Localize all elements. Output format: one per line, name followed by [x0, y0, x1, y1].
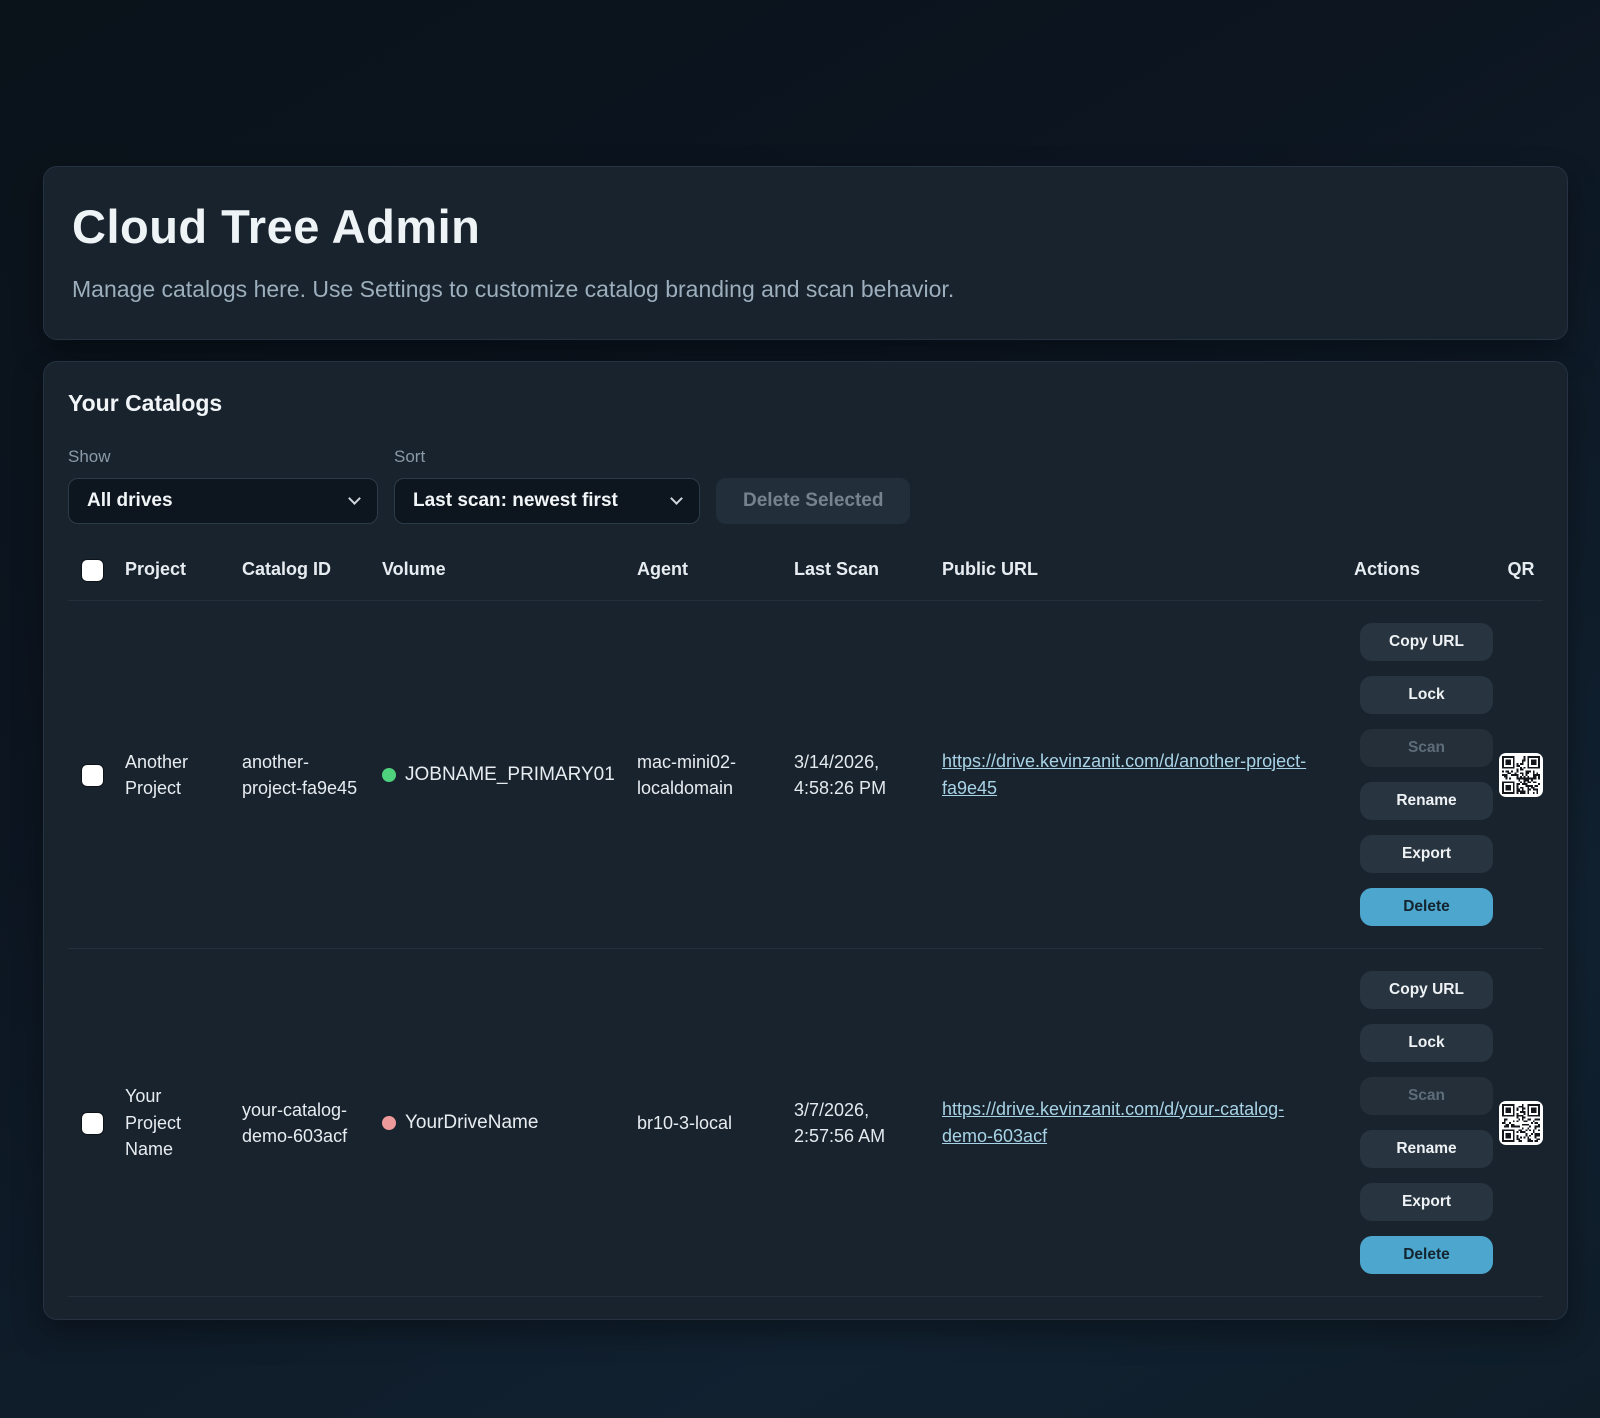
header-panel: Cloud Tree Admin Manage catalogs here. U…: [43, 166, 1568, 340]
volume-status-dot: [382, 1116, 396, 1130]
copy-url-button[interactable]: Copy URL: [1360, 623, 1493, 661]
public-url-link[interactable]: https://drive.kevinzanit.com/d/another-p…: [942, 751, 1306, 798]
actions-cell: Copy URL Lock Scan Rename Export Delete: [1354, 971, 1499, 1274]
sort-value: Last scan: newest first: [413, 490, 618, 512]
delete-button[interactable]: Delete: [1360, 888, 1493, 926]
scan-button[interactable]: Scan: [1360, 1077, 1493, 1115]
column-header-last-scan: Last Scan: [794, 556, 942, 582]
qr-icon: [1499, 753, 1543, 797]
column-header-project: Project: [125, 556, 242, 582]
agent-cell: br10-3-local: [637, 1110, 794, 1136]
volume-status-dot: [382, 768, 396, 782]
actions-cell: Copy URL Lock Scan Rename Export Delete: [1354, 623, 1499, 926]
column-header-public-url: Public URL: [942, 556, 1354, 582]
last-scan-cell: 3/7/2026, 2:57:56 AM: [794, 1097, 942, 1149]
volume-cell: YourDriveName: [382, 1109, 637, 1137]
volume-name: YourDriveName: [405, 1109, 538, 1137]
sort-field: Sort Last scan: newest first: [394, 447, 700, 524]
show-filter-value: All drives: [87, 490, 173, 512]
project-cell: Another Project: [125, 749, 242, 801]
catalog-id-cell: another-project-fa9e45: [242, 749, 382, 801]
copy-url-button[interactable]: Copy URL: [1360, 971, 1493, 1009]
column-header-qr: QR: [1499, 556, 1543, 582]
table-row: Another Project another-project-fa9e45 J…: [68, 601, 1543, 949]
export-button[interactable]: Export: [1360, 835, 1493, 873]
public-url-link[interactable]: https://drive.kevinzanit.com/d/your-cata…: [942, 1099, 1284, 1146]
show-filter-select[interactable]: All drives: [68, 478, 378, 524]
row-checkbox[interactable]: [82, 1113, 103, 1134]
lock-button[interactable]: Lock: [1360, 676, 1493, 714]
show-filter-label: Show: [68, 447, 378, 467]
select-all-checkbox[interactable]: [82, 560, 103, 581]
scan-button[interactable]: Scan: [1360, 729, 1493, 767]
rename-button[interactable]: Rename: [1360, 1130, 1493, 1168]
row-checkbox[interactable]: [82, 765, 103, 786]
column-header-actions: Actions: [1354, 556, 1499, 582]
section-title: Your Catalogs: [68, 390, 1543, 417]
catalogs-panel: Your Catalogs Show All drives Sort Last …: [43, 361, 1568, 1320]
sort-select[interactable]: Last scan: newest first: [394, 478, 700, 524]
qr-icon: [1499, 1101, 1543, 1145]
delete-button[interactable]: Delete: [1360, 1236, 1493, 1274]
table-header: Project Catalog ID Volume Agent Last Sca…: [68, 540, 1543, 601]
column-header-catalog-id: Catalog ID: [242, 556, 382, 582]
export-button[interactable]: Export: [1360, 1183, 1493, 1221]
agent-cell: mac-mini02-localdomain: [637, 749, 794, 801]
rename-button[interactable]: Rename: [1360, 782, 1493, 820]
last-scan-cell: 3/14/2026, 4:58:26 PM: [794, 749, 942, 801]
controls-bar: Show All drives Sort Last scan: newest f…: [68, 447, 1543, 524]
delete-selected-button[interactable]: Delete Selected: [716, 478, 910, 524]
volume-cell: JOBNAME_PRIMARY01: [382, 761, 637, 789]
chevron-down-icon: [348, 492, 361, 505]
page-title: Cloud Tree Admin: [72, 199, 1539, 254]
chevron-down-icon: [670, 492, 683, 505]
show-filter-field: Show All drives: [68, 447, 378, 524]
catalog-id-cell: your-catalog-demo-603acf: [242, 1097, 382, 1149]
project-cell: Your Project Name: [125, 1083, 242, 1161]
sort-label: Sort: [394, 447, 700, 467]
lock-button[interactable]: Lock: [1360, 1024, 1493, 1062]
page-subtitle: Manage catalogs here. Use Settings to cu…: [72, 276, 1539, 303]
table-body: Another Project another-project-fa9e45 J…: [68, 601, 1543, 1297]
column-header-agent: Agent: [637, 556, 794, 582]
column-header-volume: Volume: [382, 556, 637, 582]
page: Cloud Tree Admin Manage catalogs here. U…: [0, 0, 1600, 1320]
volume-name: JOBNAME_PRIMARY01: [405, 761, 615, 789]
table-row: Your Project Name your-catalog-demo-603a…: [68, 949, 1543, 1297]
